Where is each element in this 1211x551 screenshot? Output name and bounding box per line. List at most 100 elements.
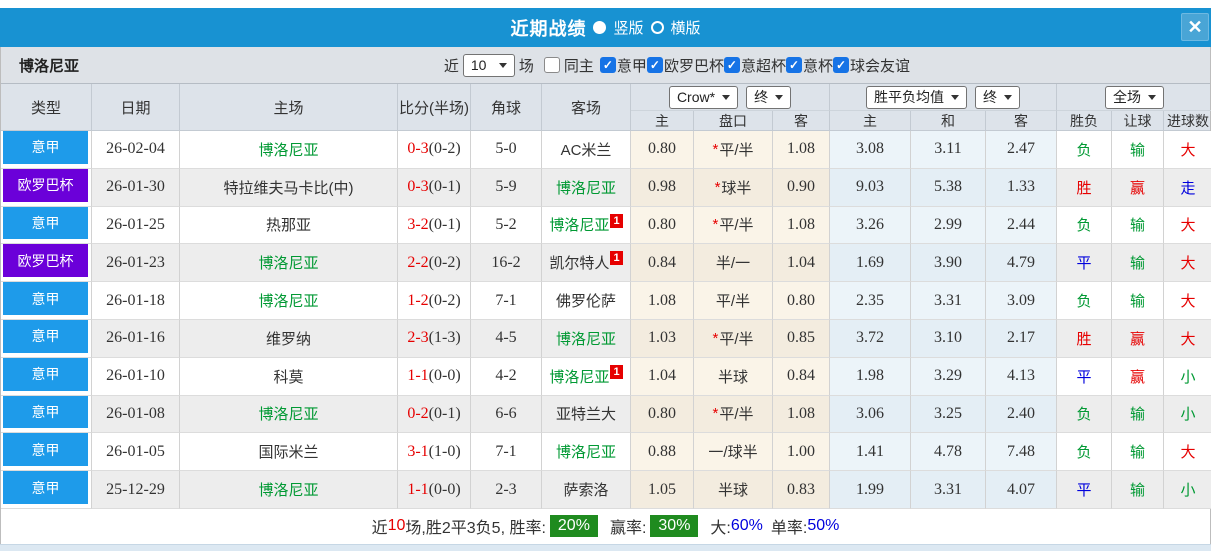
avg-home-cell: 1.69 <box>830 244 911 283</box>
date-cell: 26-01-25 <box>92 206 180 245</box>
results-panel: 博洛尼亚 近 10 场 同主 ✓ 意甲 ✓ 欧罗巴杯 ✓ 意超杯 ✓ 意杯 ✓ 球会友谊 类型 日… <box>0 47 1211 544</box>
avg-away-cell: 2.40 <box>986 395 1057 434</box>
date-cell: 25-12-29 <box>92 471 180 509</box>
result-goals-cell: 大 <box>1164 319 1211 358</box>
chevron-down-icon <box>775 94 784 100</box>
team-link[interactable]: 热那亚 <box>266 214 311 235</box>
sub-header-avg-draw: 和 <box>911 111 986 130</box>
match-row: 意甲 26-01-16 维罗纳 2-3 (1-3) 4-5 博洛尼亚 1.03 * 平/半 0.85… <box>1 319 1211 358</box>
team-link[interactable]: 博洛尼亚 <box>258 403 318 424</box>
summary-text: 大: <box>710 520 731 538</box>
recent-count-select[interactable]: 10 <box>462 53 515 77</box>
col-header-date: 日期 <box>92 84 180 130</box>
avg-draw-cell: 4.78 <box>911 433 986 472</box>
same-home-checkbox[interactable] <box>543 57 560 73</box>
competition-label: 球会友谊 <box>849 57 910 75</box>
home-team-cell: 博洛尼亚 <box>180 471 398 509</box>
date-cell: 26-01-16 <box>92 319 180 358</box>
competition-checkbox[interactable]: ✓ <box>832 57 849 73</box>
home-team-cell: 科莫 <box>180 357 398 396</box>
summary-value: 50% <box>807 517 840 535</box>
avg-home-cell: 3.72 <box>830 319 911 358</box>
team-link[interactable]: 博洛尼亚 <box>556 177 616 198</box>
team-link[interactable]: 博洛尼亚 <box>258 139 318 160</box>
table-body: 意甲 26-02-04 博洛尼亚 0-3 (0-2) 5-0 AC米兰 0.80 * 平/半 1.0… <box>1 131 1211 509</box>
away-team-cell: 博洛尼亚 1 <box>542 206 631 245</box>
star-marker: * <box>712 405 719 423</box>
competition-label: 欧罗巴杯 <box>663 57 724 75</box>
scope-select[interactable]: 全场 <box>1105 85 1164 109</box>
layout-horizontal-label[interactable]: 横版 <box>671 17 701 38</box>
handicap-line-cell: * 球半 <box>694 168 773 207</box>
team-link[interactable]: 亚特兰大 <box>556 403 616 424</box>
match-row: 意甲 26-01-08 博洛尼亚 0-2 (0-1) 6-6 亚特兰大 0.80 * 平/半 1.0… <box>1 395 1211 434</box>
team-link[interactable]: 凯尔特人 <box>549 252 609 273</box>
sub-header-wdl: 胜负 <box>1057 111 1112 130</box>
team-link[interactable]: 博洛尼亚 <box>258 290 318 311</box>
layout-vertical-radio[interactable] <box>593 21 607 34</box>
team-link[interactable]: 国际米兰 <box>258 441 318 462</box>
match-row: 意甲 25-12-29 博洛尼亚 1-1 (0-0) 2-3 萨索洛 1.05 半球 0.83 1.… <box>1 471 1211 509</box>
result-wdl-cell: 负 <box>1057 395 1112 434</box>
team-link[interactable]: 维罗纳 <box>266 328 311 349</box>
layout-vertical-label[interactable]: 竖版 <box>613 17 643 38</box>
away-team-cell: 博洛尼亚 1 <box>542 357 631 396</box>
team-link[interactable]: 科莫 <box>273 366 303 387</box>
star-marker: * <box>712 140 719 158</box>
team-link[interactable]: 萨索洛 <box>563 479 608 500</box>
avg-metric-select[interactable]: 胜平负均值 <box>866 85 967 109</box>
date-cell: 26-01-30 <box>92 168 180 207</box>
filters-group: 近 10 场 同主 ✓ 意甲 ✓ 欧罗巴杯 ✓ 意超杯 ✓ 意杯 ✓ 球会友谊 <box>444 53 910 77</box>
result-wdl-cell: 平 <box>1057 471 1112 509</box>
rate-badge: 20% <box>549 515 598 538</box>
avg-state-select[interactable]: 终 <box>975 85 1020 109</box>
competition-checkbox[interactable]: ✓ <box>785 57 802 73</box>
result-wdl-cell: 负 <box>1057 206 1112 245</box>
team-link[interactable]: 博洛尼亚 <box>258 252 318 273</box>
star-marker: * <box>714 178 721 196</box>
league-type-cell: 欧罗巴杯 <box>1 244 92 283</box>
result-wdl-cell: 平 <box>1057 244 1112 283</box>
team-link[interactable]: 博洛尼亚 <box>556 441 616 462</box>
result-handicap-cell: 赢 <box>1112 168 1164 207</box>
team-link[interactable]: 博洛尼亚 <box>258 479 318 500</box>
result-goals-cell: 大 <box>1164 282 1211 320</box>
away-team-cell: 凯尔特人 1 <box>542 244 631 283</box>
corner-cell: 5-0 <box>471 131 542 169</box>
away-team-cell: 博洛尼亚 <box>542 433 631 472</box>
competition-checkbox[interactable]: ✓ <box>723 57 740 73</box>
score-cell: 2-2 (0-2) <box>398 244 471 283</box>
score-cell: 1-2 (0-2) <box>398 282 471 320</box>
competition-label: 意杯 <box>802 57 833 75</box>
home-team-cell: 博洛尼亚 <box>180 395 398 434</box>
rate-badge: 30% <box>650 515 699 538</box>
league-type-cell: 意甲 <box>1 433 92 472</box>
team-link[interactable]: 特拉维夫马卡比(中) <box>224 177 354 198</box>
handicap-line-cell: * 平/半 <box>694 395 773 434</box>
team-link[interactable]: 博洛尼亚 <box>549 366 609 387</box>
competition-checkbox[interactable]: ✓ <box>646 57 663 73</box>
result-goals-cell: 大 <box>1164 206 1211 245</box>
page-title: 近期战绩 <box>510 18 587 39</box>
chevron-down-icon <box>722 94 731 100</box>
handicap-line-cell: * 平/半 <box>694 131 773 169</box>
date-cell: 26-02-04 <box>92 131 180 169</box>
avg-group-header: 胜平负均值 终 <box>830 84 1057 111</box>
handicap-line-cell: 半/一 <box>694 244 773 283</box>
competition-checkbox[interactable]: ✓ <box>599 57 616 73</box>
team-link[interactable]: AC米兰 <box>561 139 612 160</box>
filter-bar: 博洛尼亚 近 10 场 同主 ✓ 意甲 ✓ 欧罗巴杯 ✓ 意超杯 ✓ 意杯 ✓ 球会友谊 <box>1 47 1210 84</box>
team-link[interactable]: 博洛尼亚 <box>556 328 616 349</box>
close-icon[interactable]: ✕ <box>1181 13 1209 41</box>
bookmaker-select[interactable]: Crow* <box>668 85 739 109</box>
date-cell: 26-01-18 <box>92 282 180 320</box>
odds-state-select[interactable]: 终 <box>746 85 792 109</box>
league-badge: 意甲 <box>3 433 88 467</box>
home-team-cell: 博洛尼亚 <box>180 131 398 169</box>
team-link[interactable]: 博洛尼亚 <box>549 214 609 235</box>
score-cell: 0-3 (0-2) <box>398 131 471 169</box>
competition-label: 意甲 <box>616 57 647 75</box>
team-link[interactable]: 佛罗伦萨 <box>556 290 616 311</box>
odds-away-cell: 0.90 <box>773 168 830 207</box>
layout-horizontal-radio[interactable] <box>650 21 664 34</box>
